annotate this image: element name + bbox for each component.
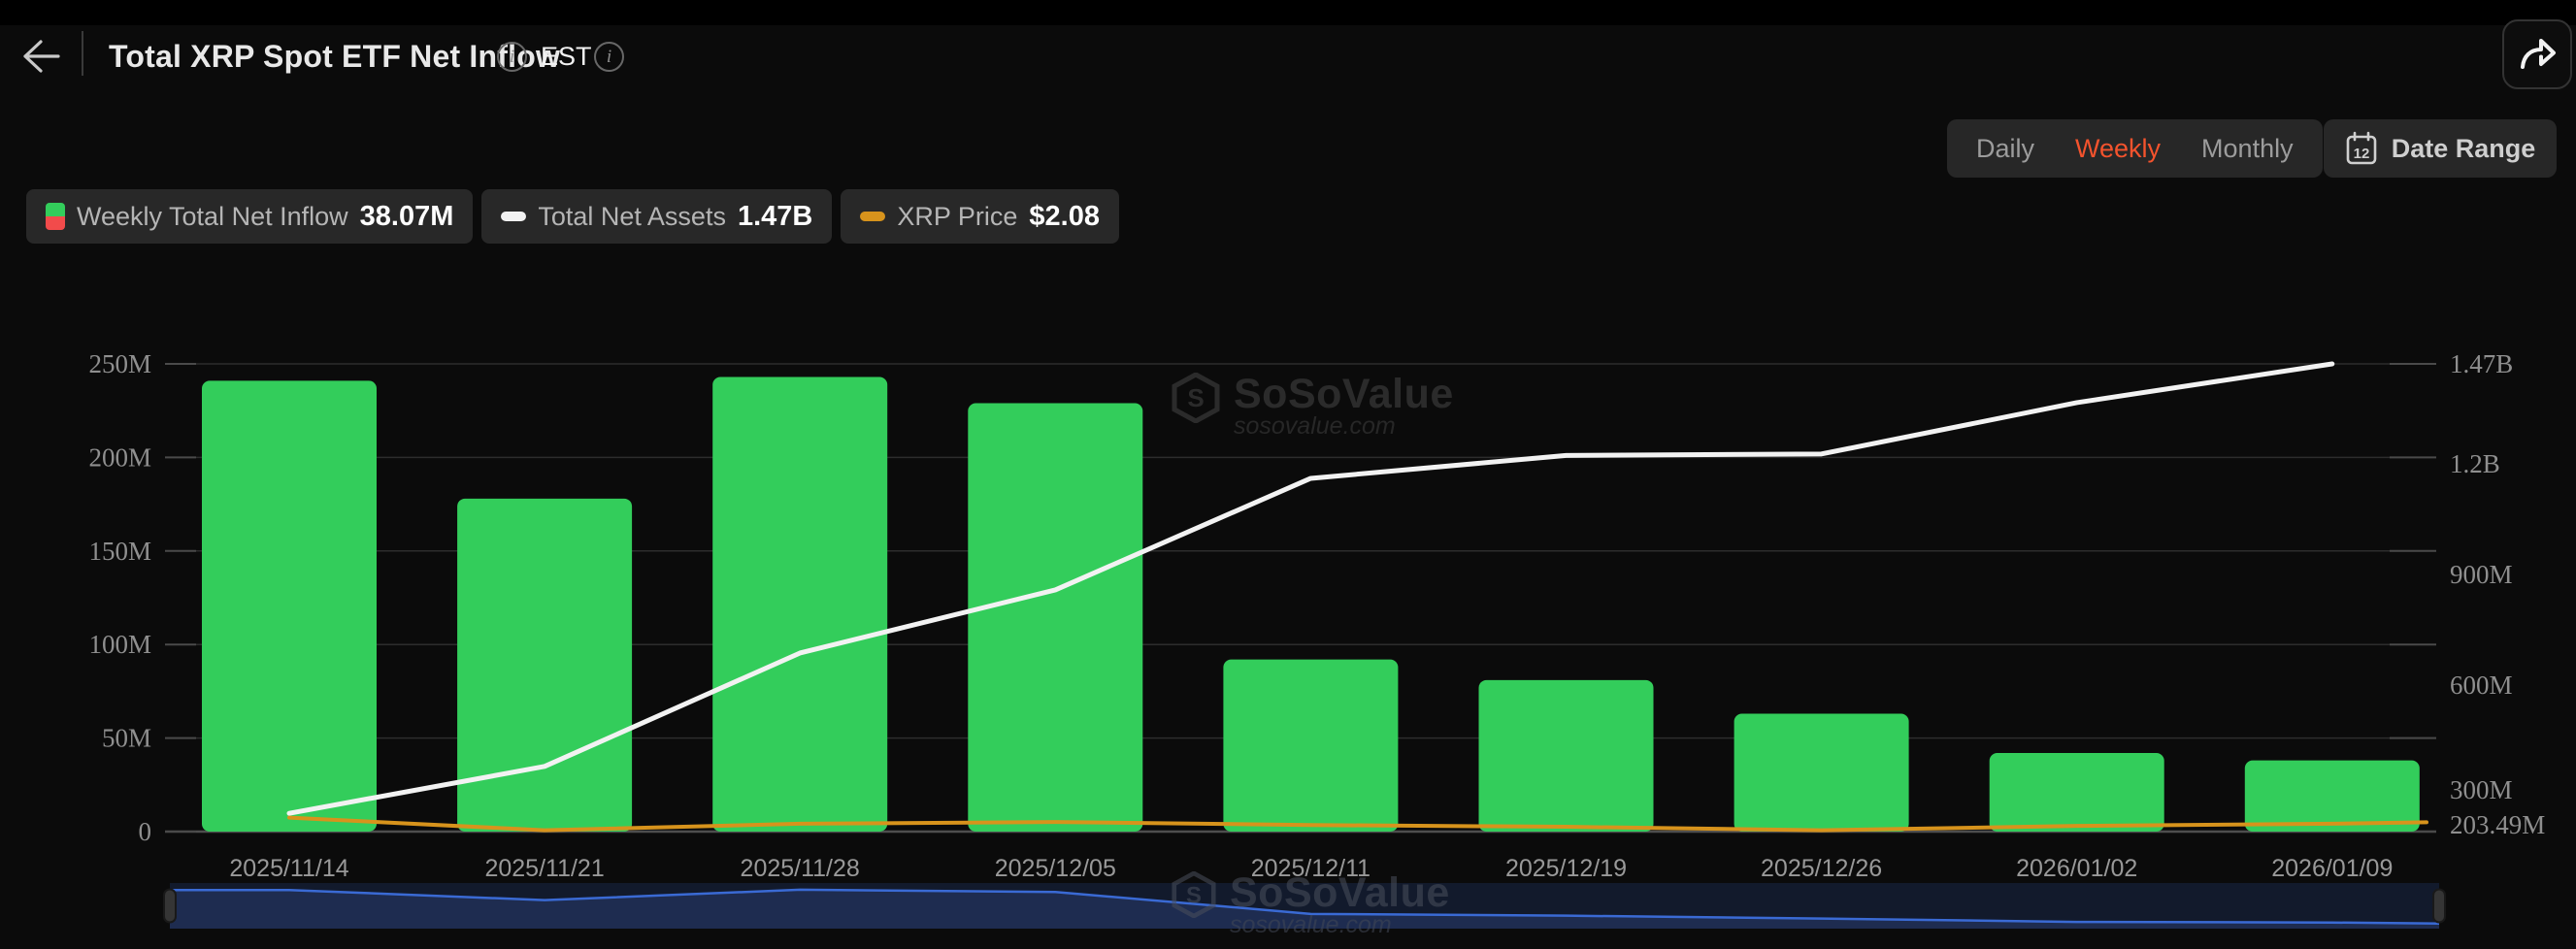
navigator-right-handle[interactable] xyxy=(2433,890,2445,923)
right-axis-label: 1.2B xyxy=(2450,449,2500,478)
left-axis-label: 100M xyxy=(88,630,151,659)
x-axis-date-label: 2026/01/02 xyxy=(2016,855,2137,882)
left-axis-label: 250M xyxy=(88,349,151,378)
chart-canvas: 250M 200M 150M 100M 50M 0 1.47B 1.2B 900M 600M 300… xyxy=(0,0,2576,949)
inflow-bar[interactable] xyxy=(1479,680,1654,832)
x-axis-date-label: 2026/01/09 xyxy=(2271,855,2393,882)
left-axis-label: 0 xyxy=(139,817,152,846)
x-axis-date-label: 2025/11/28 xyxy=(741,855,860,882)
inflow-bar[interactable] xyxy=(1990,753,2164,832)
inflow-bar[interactable] xyxy=(968,403,1142,832)
inflow-bar[interactable] xyxy=(202,380,377,832)
navigator-left-handle[interactable] xyxy=(164,890,176,923)
right-axis-label: 300M xyxy=(2450,775,2513,804)
x-axis-date-label: 2025/11/14 xyxy=(229,855,348,882)
inflow-bar[interactable] xyxy=(457,499,632,832)
x-axis-date-label: 2025/12/11 xyxy=(1251,855,1371,882)
right-axis-label: 203.49M xyxy=(2450,810,2545,839)
inflow-bar[interactable] xyxy=(712,376,887,832)
left-axis-label: 50M xyxy=(102,724,151,753)
left-axis-label: 150M xyxy=(88,537,151,566)
right-axis-label: 900M xyxy=(2450,560,2513,589)
x-axis-date-label: 2025/12/19 xyxy=(1505,855,1627,882)
inflow-bar[interactable] xyxy=(1223,660,1398,832)
x-axis-date-label: 2025/12/05 xyxy=(995,855,1116,882)
left-axis-label: 200M xyxy=(88,442,151,472)
x-axis-date-label: 2025/12/26 xyxy=(1761,855,1882,882)
x-axis-date-label: 2025/11/21 xyxy=(484,855,604,882)
right-axis-label: 600M xyxy=(2450,671,2513,700)
right-axis-label: 1.47B xyxy=(2450,349,2513,378)
inflow-bar[interactable] xyxy=(1734,714,1909,832)
